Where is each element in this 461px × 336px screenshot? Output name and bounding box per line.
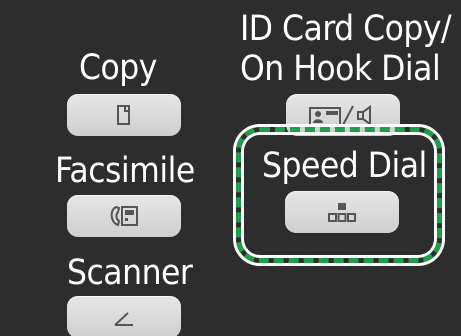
facsimile-label: Facsimile bbox=[55, 151, 195, 191]
speed-dial-label: Speed Dial bbox=[262, 146, 427, 186]
scanner-button[interactable] bbox=[67, 296, 181, 336]
speed-dial-button[interactable] bbox=[285, 191, 399, 233]
copy-button[interactable] bbox=[67, 94, 181, 136]
document-copy-icon bbox=[117, 105, 130, 125]
fax-icon bbox=[110, 205, 138, 227]
id-card-copy-label: ID Card Copy/ bbox=[240, 9, 452, 49]
speed-dial-icon bbox=[328, 203, 356, 222]
id-card-on-hook-dial-icon bbox=[309, 105, 371, 126]
on-hook-dial-label: On Hook Dial bbox=[240, 49, 441, 89]
control-panel: Copy Facsimile Scanner ID Card Copy/ On … bbox=[0, 0, 461, 336]
copy-label: Copy bbox=[79, 48, 157, 88]
facsimile-button[interactable] bbox=[67, 195, 181, 237]
scanner-icon bbox=[114, 312, 133, 326]
scanner-label: Scanner bbox=[67, 253, 193, 293]
